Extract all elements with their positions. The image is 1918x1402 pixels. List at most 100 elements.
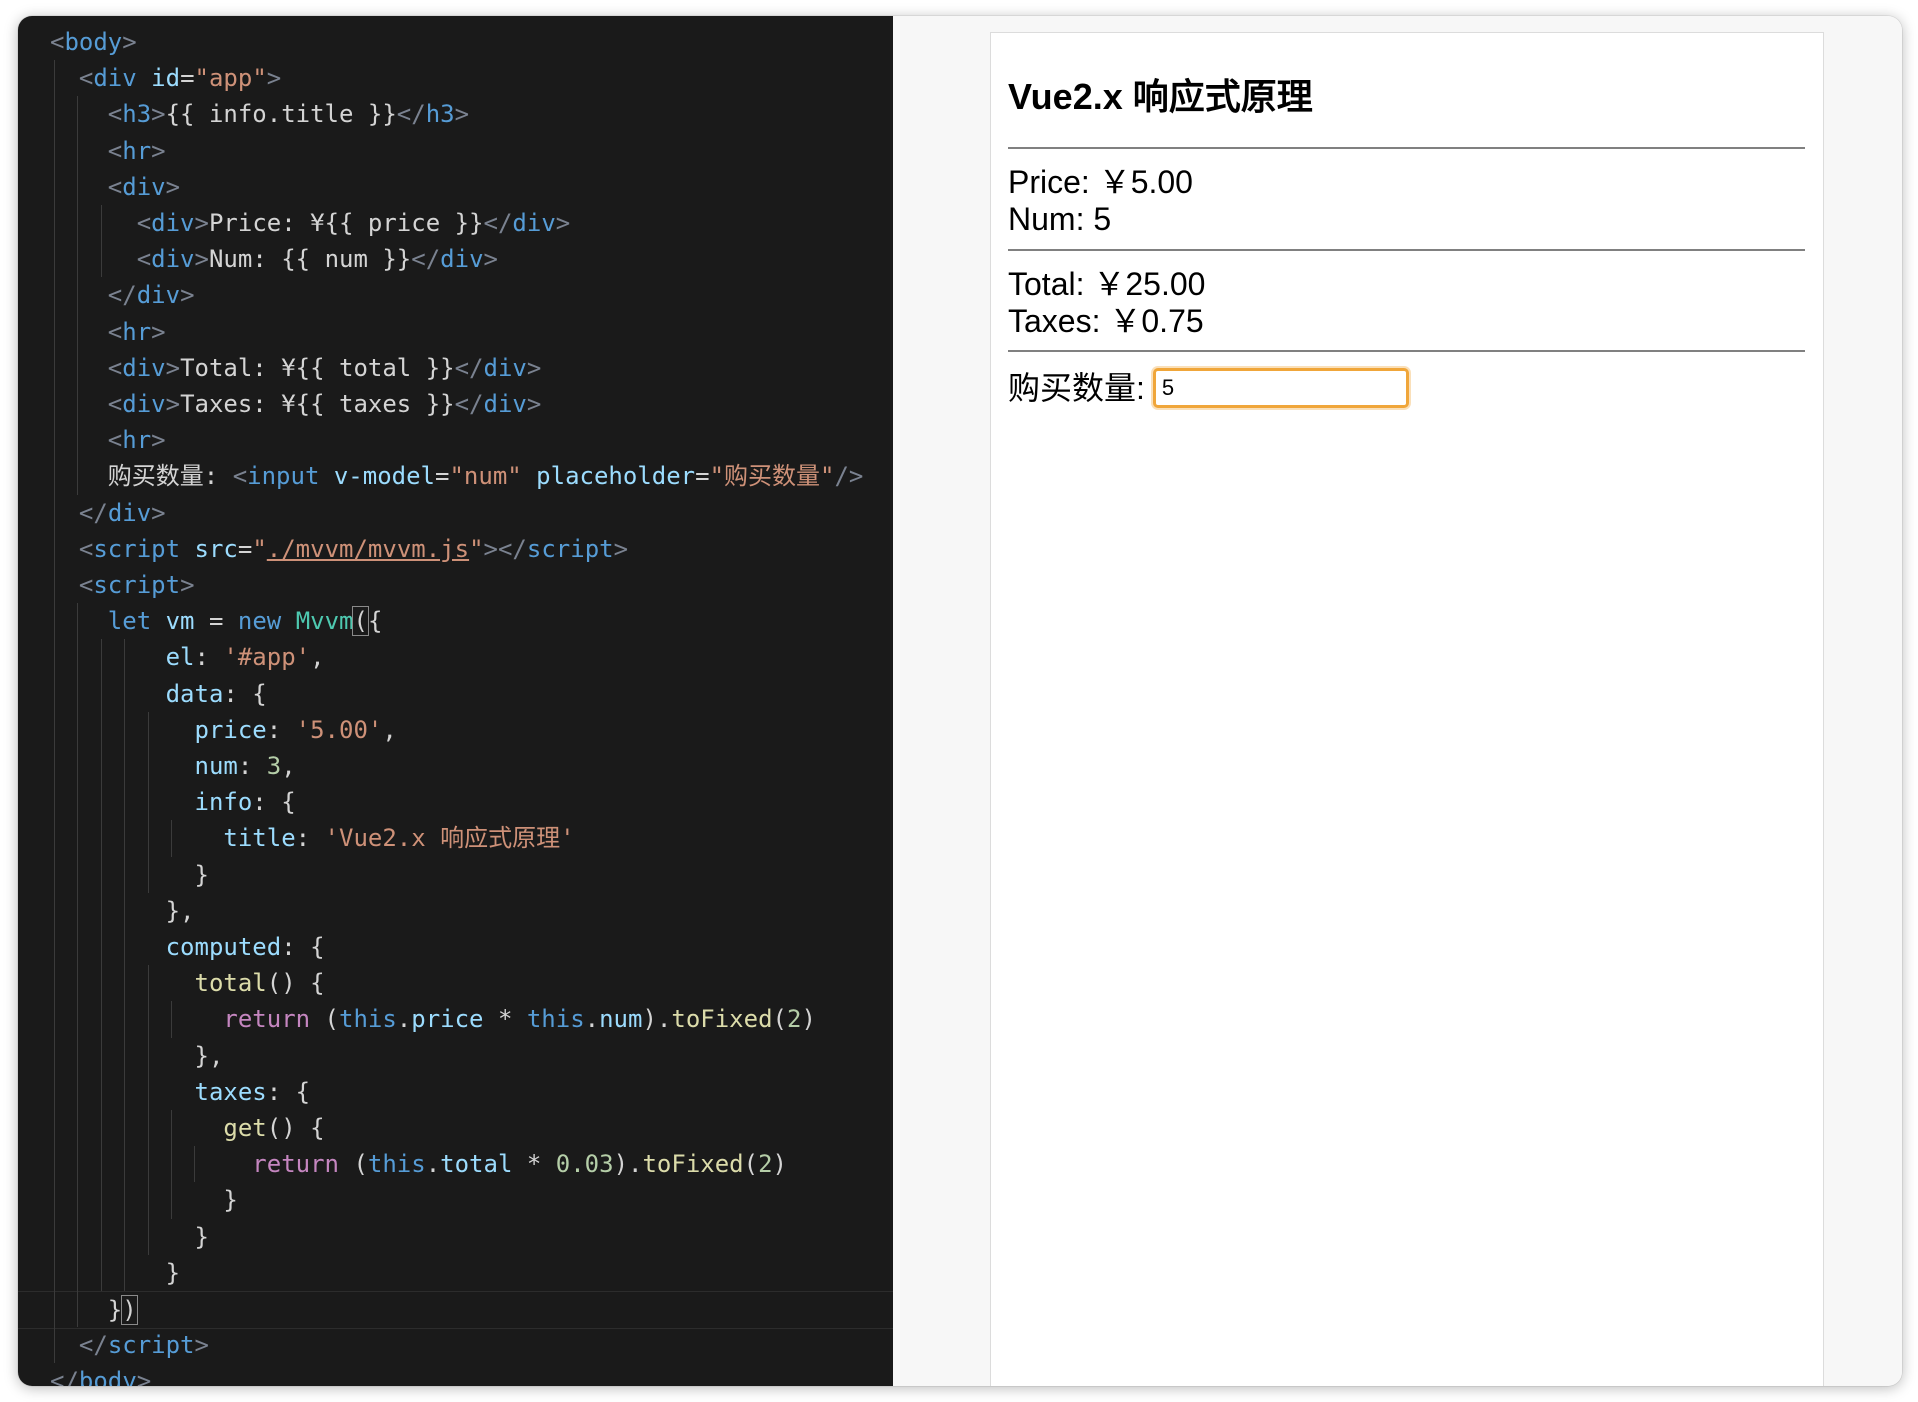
code-line[interactable]: <div>Num: {{ num }}</div>	[18, 241, 893, 277]
code-token: : {	[281, 933, 325, 961]
quantity-input[interactable]	[1152, 368, 1409, 408]
code-token: ).	[642, 1005, 672, 1034]
code-line[interactable]: title: 'Vue2.x 响应式原理'	[18, 820, 893, 856]
code-token: "app"	[194, 64, 267, 93]
code-token: <	[78, 64, 94, 93]
code-line[interactable]: <script src="./mvvm/mvvm.js"></script>	[18, 531, 893, 567]
code-token: hr	[122, 426, 152, 455]
code-line[interactable]: }	[18, 1219, 893, 1255]
code-line[interactable]: }	[18, 1255, 893, 1291]
code-line[interactable]: total() {	[18, 965, 893, 1001]
indent-guide	[171, 1001, 172, 1038]
code-line[interactable]: <hr>	[18, 314, 893, 350]
code-token: </	[78, 1331, 108, 1360]
code-token: ./mvvm/mvvm.js	[266, 534, 470, 563]
code-line[interactable]: <div>Total: ¥{{ total }}</div>	[18, 350, 893, 386]
code-line[interactable]: computed: {	[18, 929, 893, 965]
code-token: 2	[758, 1150, 773, 1179]
code-token: >	[136, 1367, 152, 1386]
code-token: <	[107, 426, 123, 455]
code-line[interactable]: <script>	[18, 567, 893, 603]
code-token: ,	[382, 715, 397, 744]
indent-guide	[100, 639, 102, 1291]
code-line[interactable]: </div>	[18, 495, 893, 531]
code-token: .	[396, 1005, 412, 1034]
code-line[interactable]: get() {	[18, 1110, 893, 1146]
code-token: src	[194, 534, 238, 563]
code-line[interactable]: return (this.total * 0.03).toFixed(2)	[18, 1146, 893, 1182]
code-line[interactable]: price: '5.00',	[18, 712, 893, 748]
code-token: ></	[483, 534, 527, 563]
code-line[interactable]: taxes: {	[18, 1074, 893, 1110]
code-token: }	[194, 860, 209, 889]
code-line[interactable]: <h3>{{ info.title }}</h3>	[18, 96, 893, 132]
indent-guide	[171, 820, 172, 857]
code-token: >	[165, 172, 181, 201]
code-token: taxes	[194, 1077, 267, 1106]
code-token: </	[411, 245, 441, 274]
code-token: h3	[122, 100, 152, 129]
code-line[interactable]: }	[18, 857, 893, 893]
code-token: >	[151, 317, 166, 346]
code-token: </	[483, 209, 513, 237]
code-token: data	[165, 679, 224, 708]
code-token: 3	[266, 752, 282, 780]
code-line[interactable]: },	[18, 1038, 893, 1074]
code-token: toFixed	[671, 1005, 773, 1034]
code-token: >	[151, 498, 166, 527]
code-line[interactable]: <hr>	[18, 422, 893, 458]
code-token: div	[440, 245, 484, 274]
code-line[interactable]: })	[18, 1291, 893, 1329]
code-token: return	[252, 1150, 339, 1179]
code-line[interactable]: </div>	[18, 277, 893, 313]
code-line[interactable]: num: 3,	[18, 748, 893, 784]
code-token: Taxes: ¥{{ taxes }}	[180, 390, 455, 418]
code-line[interactable]: el: '#app',	[18, 639, 893, 675]
code-line[interactable]: info: {	[18, 784, 893, 820]
code-line[interactable]: <div>	[18, 169, 893, 205]
code-line[interactable]: }	[18, 1182, 893, 1218]
code-token: :	[295, 824, 325, 853]
code-line[interactable]: <div id="app">	[18, 60, 893, 96]
code-token: ,	[281, 752, 296, 780]
code-line[interactable]: <div>Taxes: ¥{{ taxes }}</div>	[18, 386, 893, 422]
code-token: total	[194, 969, 267, 998]
code-token: : {	[266, 1077, 311, 1106]
code-line[interactable]: </script>	[18, 1327, 893, 1363]
code-line[interactable]: },	[18, 893, 893, 929]
indent-guide	[54, 60, 55, 1364]
code-line[interactable]: data: {	[18, 676, 893, 712]
code-token: '5.00'	[295, 715, 383, 744]
code-token: (	[352, 606, 369, 637]
code-token: el	[165, 643, 195, 672]
code-token: .	[584, 1005, 600, 1034]
code-token: </	[396, 100, 426, 129]
code-line[interactable]: <body>	[18, 24, 893, 60]
code-line[interactable]: <hr>	[18, 133, 893, 169]
code-token: hr	[122, 136, 152, 165]
indent-guide	[100, 205, 102, 278]
code-token: ,	[310, 643, 325, 672]
code-token: this	[367, 1150, 426, 1179]
code-token: total	[440, 1150, 513, 1179]
code-line[interactable]: 购买数量: <input v-model="num" placeholder="…	[18, 458, 893, 494]
code-token: script	[107, 1331, 195, 1360]
code-token: computed	[165, 933, 282, 961]
code-line[interactable]: </body>	[18, 1363, 893, 1386]
code-token: >	[194, 245, 209, 274]
code-line[interactable]: <div>Price: ¥{{ price }}</div>	[18, 205, 893, 241]
code-editor[interactable]: <body> <div id="app"> <h3>{{ info.title …	[18, 16, 893, 1386]
code-line[interactable]: let vm = new Mvvm({	[18, 603, 893, 639]
code-token: >	[526, 390, 542, 418]
code-line[interactable]: return (this.price * this.num).toFixed(2…	[18, 1001, 893, 1037]
